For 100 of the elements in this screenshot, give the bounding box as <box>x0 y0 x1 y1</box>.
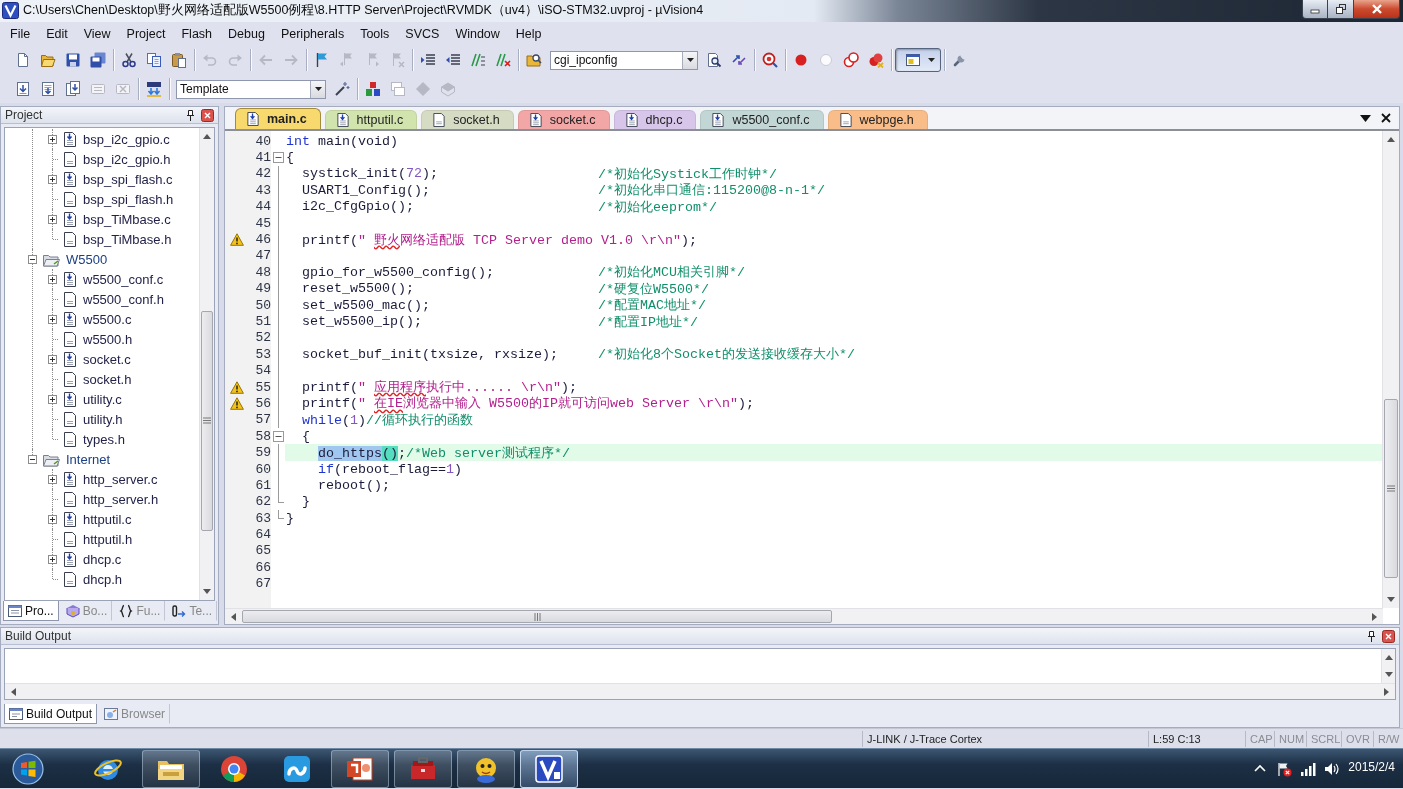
expand-icon[interactable] <box>48 354 57 364</box>
scroll-left-icon[interactable] <box>231 612 236 621</box>
clipboard-icon[interactable] <box>171 52 187 68</box>
menu-item[interactable]: Tools <box>352 23 398 44</box>
menu-item[interactable]: Peripherals <box>272 23 353 44</box>
tree-node[interactable]: dhcp.h <box>82 571 124 587</box>
window-icon[interactable] <box>905 52 921 68</box>
scroll-thumb[interactable] <box>242 610 832 623</box>
menu-item[interactable]: Help <box>507 23 550 44</box>
taskbar-button[interactable] <box>142 749 200 788</box>
tree-node[interactable]: dhcp.c <box>82 551 123 567</box>
file-tab[interactable]: dhcp.c <box>613 110 697 129</box>
scroll-down-icon[interactable] <box>1384 672 1393 677</box>
file-tab[interactable]: webpge.h <box>827 110 928 129</box>
combo-field[interactable]: cgi_ipconfig <box>550 50 698 70</box>
vertical-scrollbar[interactable] <box>1382 131 1399 608</box>
blank-page-icon[interactable] <box>15 52 31 68</box>
expand-icon[interactable] <box>48 514 57 524</box>
magic-wand-icon[interactable] <box>334 81 350 97</box>
tree-node[interactable]: w5500.h <box>82 331 134 347</box>
restore-button[interactable] <box>1328 0 1354 19</box>
tree-node[interactable]: bsp_i2c_gpio.c <box>82 131 171 147</box>
menu-item[interactable]: Flash <box>173 23 221 44</box>
panel-tab[interactable]: Build Output <box>4 704 98 724</box>
expand-icon[interactable] <box>48 214 57 224</box>
tree-node[interactable]: w5500.c <box>82 311 133 327</box>
tree-folder[interactable]: Internet <box>65 451 112 467</box>
toolbar-toggle-button[interactable] <box>895 48 941 72</box>
open-folder-icon[interactable] <box>40 52 56 68</box>
clock-date[interactable]: 2015/2/4 <box>1348 759 1395 774</box>
uncomment-slashes-icon[interactable] <box>495 52 511 68</box>
scroll-thumb[interactable] <box>1384 399 1398 578</box>
file-tab[interactable]: w5500_conf.c <box>700 110 824 129</box>
close-window-button[interactable] <box>1354 0 1400 19</box>
file-tab[interactable]: main.c <box>235 108 321 129</box>
tree-node[interactable]: types.h <box>82 431 126 447</box>
tree-node[interactable]: socket.h <box>82 371 133 387</box>
caret-icon[interactable] <box>1360 114 1371 122</box>
fold-collapse-icon[interactable] <box>272 430 284 442</box>
expand-icon[interactable] <box>48 314 57 324</box>
scissors-icon[interactable] <box>121 52 137 68</box>
comment-slashes-icon[interactable] <box>470 52 486 68</box>
pages-down-arrow-icon[interactable] <box>65 81 81 97</box>
copy-pages-icon[interactable] <box>146 52 162 68</box>
taskbar-button[interactable] <box>331 749 389 788</box>
indent-lines-icon[interactable] <box>420 52 436 68</box>
tree-node[interactable]: http_server.c <box>82 471 159 487</box>
menu-item[interactable]: Project <box>118 23 174 44</box>
horizontal-scrollbar[interactable] <box>5 683 1395 699</box>
tree-node[interactable]: httputil.h <box>82 531 134 547</box>
file-tab[interactable]: socket.c <box>517 110 610 129</box>
menu-item[interactable]: Window <box>447 23 508 44</box>
vertical-scrollbar[interactable] <box>199 128 214 600</box>
scroll-right-icon[interactable] <box>1384 687 1389 696</box>
tree-node[interactable]: bsp_i2c_gpio.h <box>82 151 172 167</box>
page-search-icon[interactable] <box>706 52 722 68</box>
debug-magnifier-icon[interactable] <box>762 52 778 68</box>
breakpoint-rings-icon[interactable] <box>843 52 859 68</box>
menu-item[interactable]: SVCS <box>397 23 448 44</box>
panel-tab[interactable]: Pro... <box>3 601 59 621</box>
expand-icon[interactable] <box>48 274 57 284</box>
taskbar-button[interactable] <box>520 749 578 788</box>
combo-field[interactable]: Template <box>176 79 326 99</box>
dropdown-button[interactable] <box>310 80 325 98</box>
menu-item[interactable]: File <box>2 23 39 44</box>
menu-item[interactable]: Edit <box>38 23 76 44</box>
dropdown-button[interactable] <box>682 51 697 69</box>
signal-bars-icon[interactable] <box>1300 760 1317 777</box>
fold-collapse-icon[interactable] <box>272 152 284 164</box>
tree-node[interactable]: bsp_spi_flash.c <box>82 171 174 187</box>
colored-blocks-icon[interactable] <box>365 81 381 97</box>
close-icon[interactable] <box>201 108 214 122</box>
scroll-up-icon[interactable] <box>1387 137 1395 142</box>
close-icon[interactable] <box>1381 113 1391 123</box>
diagonal-arrows-icon[interactable] <box>731 52 747 68</box>
scroll-up-icon[interactable] <box>1384 655 1393 660</box>
pin-icon[interactable] <box>1367 630 1376 642</box>
tree-folder[interactable]: W5500 <box>65 251 109 267</box>
tree-node[interactable]: http_server.h <box>82 491 160 507</box>
outdent-lines-icon[interactable] <box>445 52 461 68</box>
collapse-icon[interactable] <box>28 454 37 464</box>
taskbar-button[interactable] <box>457 749 515 788</box>
tree-node[interactable]: bsp_TiMbase.c <box>82 211 172 227</box>
expand-icon[interactable] <box>48 394 57 404</box>
tree-node[interactable]: w5500_conf.h <box>82 291 165 307</box>
menu-item[interactable]: View <box>75 23 119 44</box>
expand-icon[interactable] <box>48 174 57 184</box>
breakpoint-cross-icon[interactable] <box>868 52 884 68</box>
folder-search-icon[interactable] <box>526 52 542 68</box>
tree-node[interactable]: utility.h <box>82 411 124 427</box>
tree-node[interactable]: bsp_spi_flash.h <box>82 191 175 207</box>
tree-node[interactable]: socket.c <box>82 351 132 367</box>
tree-node[interactable]: w5500_conf.c <box>82 271 165 287</box>
scroll-right-icon[interactable] <box>1372 612 1377 621</box>
scroll-down-icon[interactable] <box>1387 597 1395 602</box>
expand-icon[interactable] <box>48 134 57 144</box>
scroll-up-icon[interactable] <box>203 134 211 139</box>
download-arrows-icon[interactable] <box>146 81 162 97</box>
scroll-down-icon[interactable] <box>203 589 211 594</box>
tree-node[interactable]: bsp_TiMbase.h <box>82 231 173 247</box>
